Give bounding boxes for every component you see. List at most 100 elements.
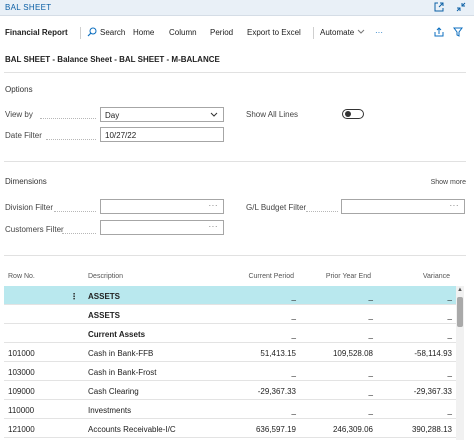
search-button[interactable]: Search <box>100 28 125 37</box>
share-icon[interactable] <box>433 27 444 38</box>
row-no-cell: 101000 <box>8 349 35 358</box>
prior-year-end-cell[interactable]: _ <box>369 311 373 320</box>
prior-year-end-cell[interactable]: _ <box>369 387 373 396</box>
column-header-variance[interactable]: Variance <box>423 273 450 280</box>
page-title-tab[interactable]: Financial Report <box>5 28 68 37</box>
table-row[interactable]: 109000 Cash Clearing -29,367.33 _ -29,36… <box>4 381 456 400</box>
current-period-cell[interactable]: _ <box>292 311 296 320</box>
chevron-down-icon <box>210 110 218 120</box>
table-row[interactable]: 121000 Accounts Receivable-I/C 636,597.1… <box>4 419 456 438</box>
filter-icon[interactable] <box>452 27 463 38</box>
current-period-cell[interactable]: 51,413.15 <box>260 349 296 358</box>
scroll-up-arrow-icon[interactable]: ▲ <box>456 287 464 293</box>
export-to-excel-button[interactable]: Export to Excel <box>247 28 301 37</box>
column-header-description[interactable]: Description <box>88 273 123 280</box>
automate-menu[interactable]: Automate <box>320 28 354 37</box>
more-options-button[interactable]: ··· <box>375 28 383 37</box>
lookup-button[interactable]: ··· <box>450 201 460 210</box>
view-by-value: Day <box>105 111 120 120</box>
chevron-down-icon <box>355 27 366 38</box>
column-header-current-period[interactable]: Current Period <box>248 273 294 280</box>
date-filter-label: Date Filter <box>5 131 42 140</box>
description-cell: ASSETS <box>88 311 121 320</box>
variance-cell[interactable]: -58,114.93 <box>414 349 452 358</box>
divider <box>4 161 466 162</box>
grid-scrollbar[interactable]: ▲ <box>456 286 464 440</box>
prior-year-end-cell[interactable]: _ <box>369 406 373 415</box>
collapse-icon[interactable] <box>456 2 466 12</box>
action-bar: Financial Report Search Home Column Peri… <box>0 24 474 42</box>
variance-cell[interactable]: _ <box>448 406 452 415</box>
current-period-cell[interactable]: _ <box>292 292 296 301</box>
table-row[interactable]: 101000 Cash in Bank-FFB 51,413.15 109,52… <box>4 343 456 362</box>
prior-year-end-cell[interactable]: _ <box>369 368 373 377</box>
variance-cell[interactable]: -29,367.33 <box>414 387 452 396</box>
label-leader <box>62 233 96 234</box>
customers-filter-label: Customers Filter <box>5 225 64 234</box>
variance-cell[interactable]: 390,288.13 <box>412 425 452 434</box>
division-filter-input[interactable]: ··· <box>100 199 224 214</box>
column-menu[interactable]: Column <box>169 28 197 37</box>
customers-filter-input[interactable]: ··· <box>100 220 224 235</box>
table-row[interactable]: ⋮ ASSETS _ _ _ <box>4 286 456 305</box>
toggle-knob <box>345 111 351 117</box>
column-header-prior-year-end[interactable]: Prior Year End <box>326 273 371 280</box>
search-icon[interactable] <box>86 27 97 38</box>
variance-cell[interactable]: _ <box>448 368 452 377</box>
grid-header: Row No. Description Current Period Prior… <box>4 268 466 286</box>
show-all-lines-toggle[interactable] <box>342 109 364 119</box>
label-leader <box>306 211 338 212</box>
variance-cell[interactable]: _ <box>448 330 452 339</box>
current-period-cell[interactable]: _ <box>292 330 296 339</box>
description-cell: ASSETS <box>88 292 121 301</box>
open-in-new-window-icon[interactable] <box>434 2 444 12</box>
column-header-row-no[interactable]: Row No. <box>8 273 35 280</box>
prior-year-end-cell[interactable]: _ <box>369 292 373 301</box>
row-actions-button[interactable]: ⋮ <box>70 292 79 301</box>
lookup-button[interactable]: ··· <box>209 222 219 231</box>
gl-budget-filter-label: G/L Budget Filter <box>246 203 307 212</box>
table-row[interactable]: 110000 Investments _ _ _ <box>4 400 456 419</box>
row-no-cell: 109000 <box>8 387 35 396</box>
variance-cell[interactable]: _ <box>448 292 452 301</box>
current-period-cell[interactable]: _ <box>292 406 296 415</box>
prior-year-end-cell[interactable]: 109,528.08 <box>333 349 373 358</box>
date-filter-value: 10/27/22 <box>105 131 137 140</box>
table-row[interactable]: ASSETS _ _ _ <box>4 305 456 324</box>
window-title-bar: BAL SHEET <box>0 0 474 16</box>
division-filter-label: Division Filter <box>5 203 54 212</box>
label-leader <box>46 139 96 140</box>
view-by-label: View by <box>5 110 33 119</box>
home-menu[interactable]: Home <box>133 28 154 37</box>
description-cell: Cash Clearing <box>88 387 139 396</box>
scrollbar-thumb[interactable] <box>457 297 463 327</box>
separator <box>80 27 81 39</box>
description-cell: Cash in Bank-Frost <box>88 368 157 377</box>
prior-year-end-cell[interactable]: 246,309.06 <box>333 425 373 434</box>
gl-budget-filter-input[interactable]: ··· <box>341 199 465 214</box>
row-no-cell: 103000 <box>8 368 35 377</box>
dimensions-section-title[interactable]: Dimensions <box>5 177 47 186</box>
options-section-title[interactable]: Options <box>5 85 33 94</box>
current-period-cell[interactable]: 636,597.19 <box>256 425 296 434</box>
description-cell: Accounts Receivable-I/C <box>88 425 176 434</box>
show-more-link[interactable]: Show more <box>431 179 466 186</box>
current-period-cell[interactable]: _ <box>292 368 296 377</box>
lookup-button[interactable]: ··· <box>209 201 219 210</box>
prior-year-end-cell[interactable]: _ <box>369 330 373 339</box>
window-title: BAL SHEET <box>5 3 52 12</box>
separator <box>313 27 314 39</box>
date-filter-input[interactable]: 10/27/22 <box>100 127 224 142</box>
page-heading: BAL SHEET - Balance Sheet - BAL SHEET - … <box>5 55 220 64</box>
label-leader <box>40 118 96 119</box>
period-menu[interactable]: Period <box>210 28 233 37</box>
row-no-cell: 110000 <box>8 406 35 415</box>
label-leader <box>54 211 96 212</box>
view-by-select[interactable]: Day <box>100 107 224 122</box>
variance-cell[interactable]: _ <box>448 311 452 320</box>
table-row[interactable]: 103000 Cash in Bank-Frost _ _ _ <box>4 362 456 381</box>
show-all-lines-label: Show All Lines <box>246 110 299 119</box>
description-cell: Current Assets <box>88 330 146 339</box>
table-row[interactable]: Current Assets _ _ _ <box>4 324 456 343</box>
current-period-cell[interactable]: -29,367.33 <box>258 387 296 396</box>
